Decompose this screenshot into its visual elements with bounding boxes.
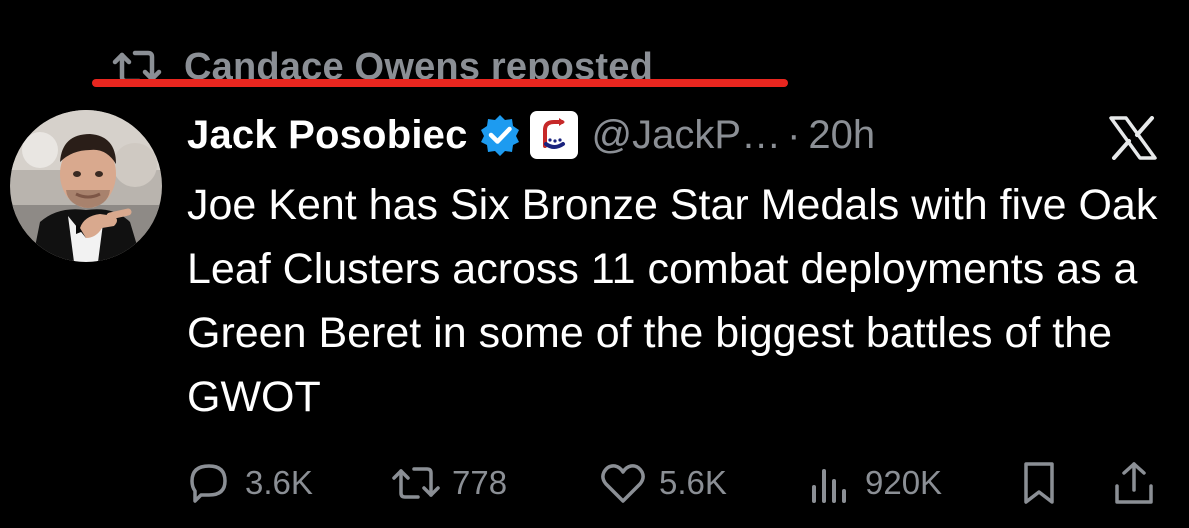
share-icon: [1115, 462, 1153, 504]
reply-button[interactable]: 3.6K: [187, 458, 313, 508]
meta-separator: ·: [787, 112, 801, 157]
views-icon: [812, 469, 846, 503]
repost-count: 778: [452, 464, 508, 501]
heart-icon: [601, 464, 645, 503]
x-logo-icon[interactable]: [1108, 116, 1158, 160]
repost-action-icon: [392, 467, 440, 499]
affiliate-badge-icon[interactable]: [529, 111, 578, 159]
post-text: Joe Kent has Six Bronze Star Medals with…: [187, 181, 1158, 421]
avatar[interactable]: [10, 110, 162, 262]
author-handle[interactable]: @JackP…: [592, 113, 782, 158]
post-header: Jack Posobiec @JackP… · 20h: [187, 107, 875, 163]
author-display-name[interactable]: Jack Posobiec: [187, 113, 468, 158]
post-timestamp[interactable]: 20h: [808, 113, 875, 158]
views-count: 920K: [865, 464, 943, 501]
verified-badge-icon[interactable]: [478, 113, 522, 157]
action-bar: 3.6K 778 5.6K 920K: [187, 458, 1167, 508]
share-button[interactable]: [1112, 458, 1156, 508]
reply-icon: [190, 464, 227, 503]
like-count: 5.6K: [659, 464, 727, 501]
reply-count: 3.6K: [245, 464, 313, 501]
bookmark-icon: [1024, 462, 1054, 504]
repost-button[interactable]: 778: [390, 458, 507, 508]
like-button[interactable]: 5.6K: [599, 458, 727, 508]
bookmark-button[interactable]: [1017, 458, 1061, 508]
views-button[interactable]: 920K: [807, 458, 942, 508]
red-highlight-underline: [92, 79, 788, 87]
